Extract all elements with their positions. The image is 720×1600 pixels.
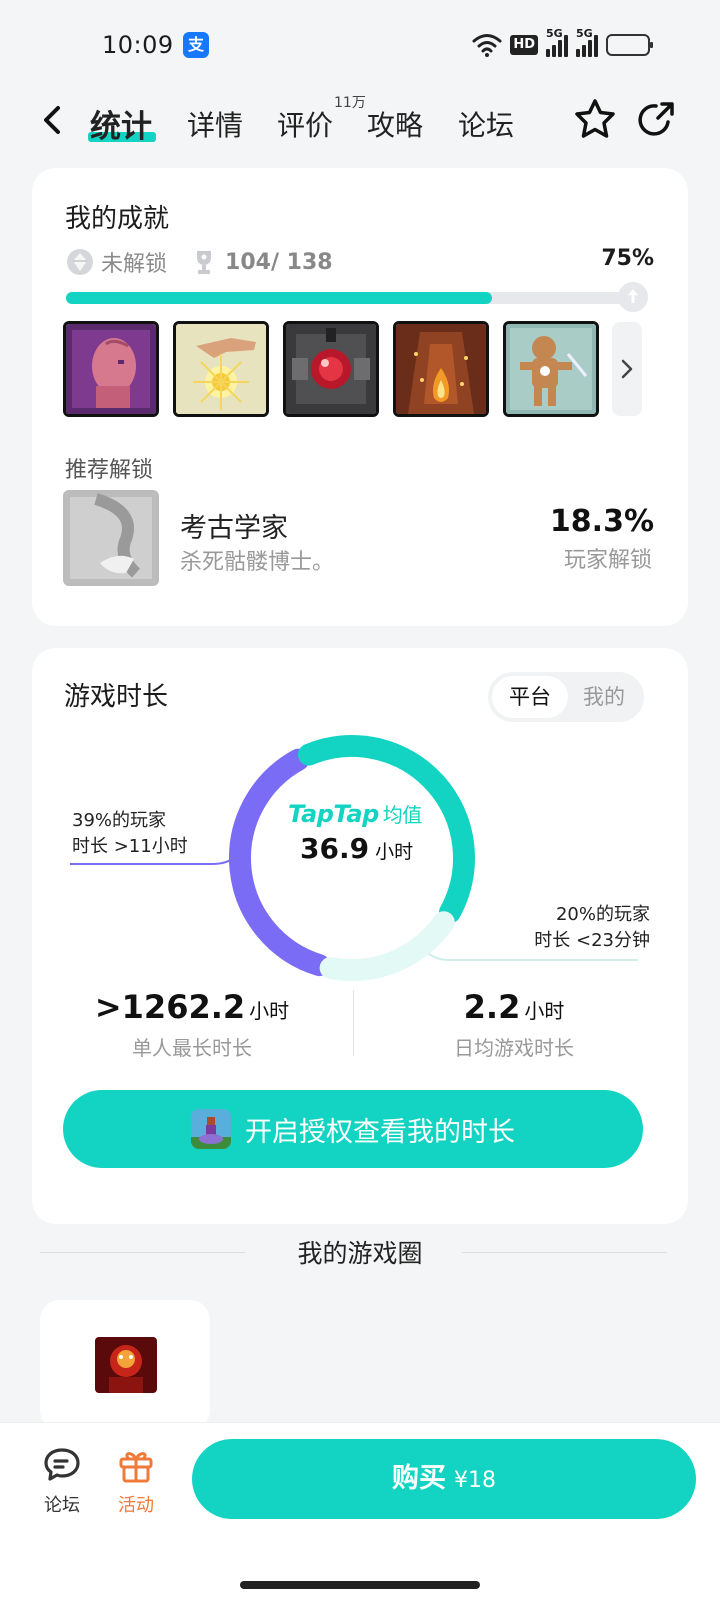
gift-icon xyxy=(119,1452,153,1483)
event-label: 活动 xyxy=(118,1495,154,1516)
review-count-badge: 11万 xyxy=(334,95,366,111)
playtime-title: 游戏时长 xyxy=(64,682,169,712)
bottom-forum-button[interactable]: 论坛 xyxy=(32,1445,92,1517)
legend-long-players: 39%的玩家 时长 >11小时 xyxy=(72,810,188,857)
wifi-icon xyxy=(472,34,502,57)
donut-segment-mid xyxy=(297,735,475,924)
back-arrow-icon[interactable] xyxy=(40,102,64,138)
recommend-unlock-label: 推荐解锁 xyxy=(65,458,154,483)
buy-label: 购买 xyxy=(392,1463,446,1494)
donut-segment-short xyxy=(319,911,455,981)
status-bar: 10:09 支 HD 5G 5G xyxy=(0,0,720,92)
stat-max-playtime: >1262.2 小时 单人最长时长 xyxy=(94,988,290,1060)
taptap-logo: TapTap 均值 xyxy=(288,800,423,828)
achievement-count: 104/ 138 xyxy=(225,249,333,275)
signal-5g-1-icon: 5G xyxy=(546,27,568,57)
average-label: 均值 xyxy=(382,803,423,827)
achievement-percent: 75% xyxy=(601,246,654,271)
tab-reviews[interactable]: 评价 xyxy=(277,104,333,144)
recommended-achievement-icon[interactable] xyxy=(63,490,159,586)
tab-details[interactable]: 详情 xyxy=(187,104,243,144)
game-circle-card[interactable] xyxy=(40,1300,210,1430)
pink-head-badge-icon[interactable] xyxy=(63,321,159,417)
home-indicator xyxy=(240,1581,480,1589)
alipay-icon: 支 xyxy=(183,32,209,58)
status-time: 10:09 xyxy=(102,31,174,59)
game-character-avatar xyxy=(191,1109,231,1149)
toggle-platform[interactable]: 平台 xyxy=(492,676,568,718)
achievement-progress-fill xyxy=(66,292,493,304)
hd-voice-badge: HD xyxy=(510,35,538,55)
forum-label: 论坛 xyxy=(44,1495,80,1516)
signal-5g-2-icon: 5G xyxy=(576,27,598,57)
average-playtime: 36.9 小时 xyxy=(300,832,414,865)
battery-icon xyxy=(606,34,653,56)
progress-end-arrow-icon xyxy=(618,282,648,312)
locked-label: 未解锁 xyxy=(101,252,168,277)
achievements-title: 我的成就 xyxy=(65,204,170,234)
authorize-button-label: 开启授权查看我的时长 xyxy=(245,1116,515,1148)
red-orb-badge-icon[interactable] xyxy=(283,321,379,417)
trophy-icon xyxy=(197,251,212,274)
fire-cave-badge-icon[interactable] xyxy=(393,321,489,417)
more-badges-button[interactable] xyxy=(612,322,642,416)
locked-gem-icon xyxy=(67,249,93,275)
authorize-playtime-button[interactable]: 开启授权查看我的时长 xyxy=(63,1090,643,1168)
forum-chat-icon xyxy=(44,1448,80,1481)
legend-short-players: 20%的玩家 时长 <23分钟 xyxy=(534,904,650,951)
game-circle-icon xyxy=(95,1337,157,1393)
game-nav-bar: 统计 详情 评价 11万 攻略 论坛 xyxy=(0,92,720,152)
divider-right xyxy=(462,1252,667,1253)
share-icon[interactable] xyxy=(636,98,678,140)
recommended-achievement-desc: 杀死骷髅博士。 xyxy=(180,550,335,575)
tab-forum[interactable]: 论坛 xyxy=(458,104,514,144)
favorite-star-icon[interactable] xyxy=(572,96,618,142)
buy-price: ¥18 xyxy=(454,1468,496,1493)
bottom-action-bar: 论坛 活动 购买 ¥18 xyxy=(0,1422,720,1600)
achievements-card: 我的成就 未解锁 104/ 138 75% 推荐解锁 考古学家 杀死骷髅博士。 … xyxy=(32,168,688,626)
stat-daily-playtime: 2.2 小时 日均游戏时长 xyxy=(454,988,574,1060)
chevron-right-icon xyxy=(621,359,633,379)
achievements-summary: 未解锁 104/ 138 xyxy=(65,246,333,278)
playtime-scope-toggle: 平台 我的 xyxy=(488,672,644,722)
golden-hand-badge-icon[interactable] xyxy=(173,321,269,417)
recommended-unlock-percent-label: 玩家解锁 xyxy=(563,548,652,573)
status-indicators: HD 5G 5G xyxy=(472,27,653,58)
achievement-progress-bar xyxy=(66,292,642,304)
tab-stats[interactable]: 统计 xyxy=(90,101,152,146)
recommended-unlock-percent: 18.3% xyxy=(549,504,654,539)
bottom-event-button[interactable]: 活动 xyxy=(106,1445,166,1517)
tab-guides[interactable]: 攻略 xyxy=(367,104,423,144)
recommended-achievement-name: 考古学家 xyxy=(180,513,288,544)
cookie-man-badge-icon[interactable] xyxy=(503,321,599,417)
playtime-card: 游戏时长 平台 我的 TapTap 均值 36.9 小时 39%的玩家 时长 >11… xyxy=(32,648,688,1224)
buy-button[interactable]: 购买 ¥18 xyxy=(192,1439,696,1519)
toggle-mine[interactable]: 我的 xyxy=(566,676,642,718)
